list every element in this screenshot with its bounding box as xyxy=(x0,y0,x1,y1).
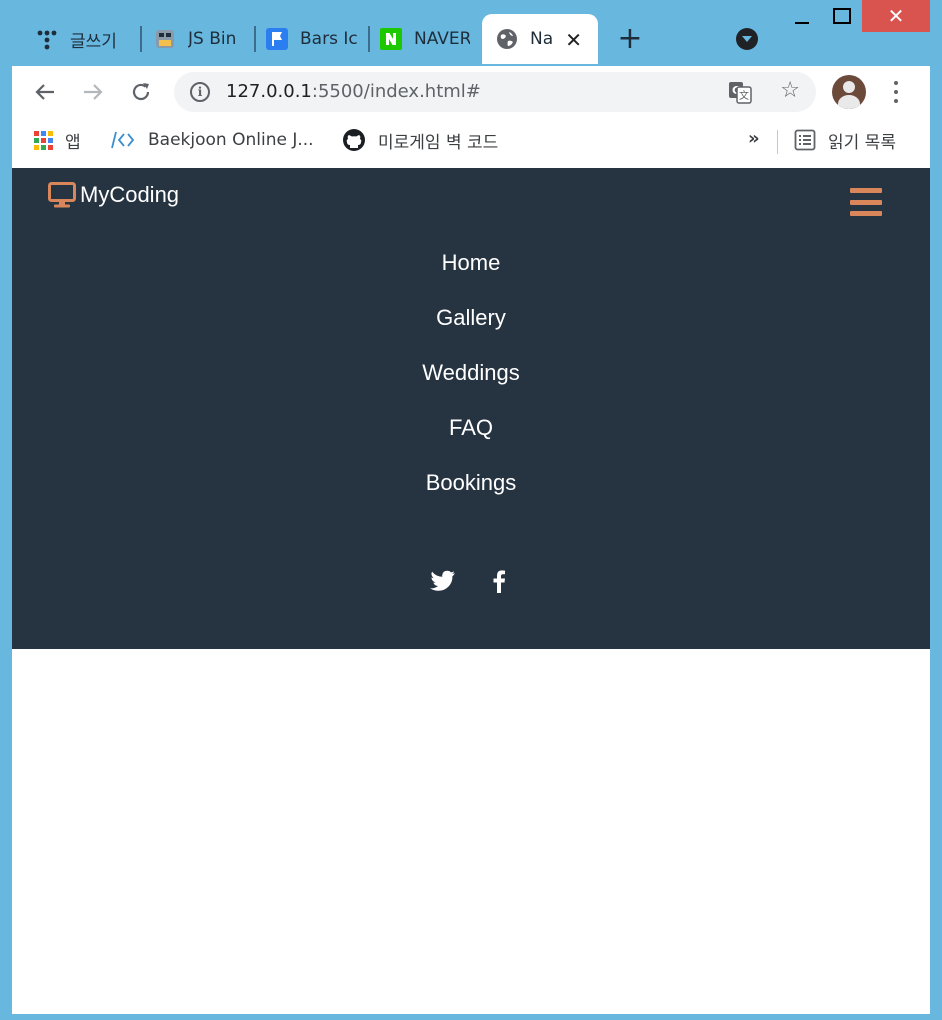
forward-button[interactable] xyxy=(78,77,108,107)
new-tab-button[interactable]: + xyxy=(616,22,644,56)
nav-item-home: Home xyxy=(12,238,930,293)
apps-grid-icon xyxy=(34,130,53,150)
reload-button[interactable] xyxy=(126,77,156,107)
back-button[interactable] xyxy=(30,77,60,107)
profile-avatar[interactable] xyxy=(832,75,866,109)
bookmark-apps[interactable]: 앱 xyxy=(34,126,81,154)
tab-naver[interactable]: NAVER xyxy=(380,14,470,64)
bookmark-star-icon[interactable]: ☆ xyxy=(780,78,800,103)
bookmarks-bar: 앱 Baekjoon Online J... 미로게임 벽 코드 » 읽기 목록 xyxy=(12,118,930,168)
menu-kebab-icon[interactable] xyxy=(888,78,904,106)
nav-link-gallery[interactable]: Gallery xyxy=(436,305,506,330)
tab-close-icon[interactable]: ✕ xyxy=(565,28,582,52)
maximize-button[interactable] xyxy=(826,0,858,32)
url-path: :5500/index.html# xyxy=(311,81,481,102)
jsbin-icon xyxy=(154,28,176,50)
nav-item-faq: FAQ xyxy=(12,403,930,458)
nav-link-home[interactable]: Home xyxy=(442,250,501,275)
translate-icon[interactable]: G文 xyxy=(728,80,752,104)
arrow-right-icon xyxy=(84,84,103,100)
minimize-button[interactable] xyxy=(786,0,818,32)
address-bar[interactable]: i 127.0.0.1:5500/index.html# G文 ☆ xyxy=(174,72,816,112)
nav-item-weddings: Weddings xyxy=(12,348,930,403)
menu-toggle-icon[interactable] xyxy=(850,188,882,216)
tab-separator xyxy=(254,26,256,52)
tab-title: Bars Ic xyxy=(300,29,358,49)
url-text[interactable]: 127.0.0.1:5500/index.html# xyxy=(226,81,481,102)
tab-active[interactable]: Na ✕ xyxy=(482,14,598,64)
reading-list-button[interactable]: 읽기 목록 xyxy=(794,126,896,154)
nav-link-bookings[interactable]: Bookings xyxy=(426,470,517,495)
url-host: 127.0.0.1 xyxy=(226,81,312,102)
svg-text:文: 文 xyxy=(739,89,749,102)
social-links xyxy=(12,568,930,594)
page-viewport: MyCoding Home Gallery Weddings FAQ Booki… xyxy=(12,168,930,1014)
github-icon xyxy=(342,128,366,152)
site-navbar: MyCoding Home Gallery Weddings FAQ Booki… xyxy=(12,168,930,649)
tab-title: Na xyxy=(530,29,554,49)
bookmark-label: 미로게임 벽 코드 xyxy=(378,132,499,153)
facebook-icon[interactable] xyxy=(486,568,512,594)
tistory-icon xyxy=(36,28,58,50)
browser-toolbar: i 127.0.0.1:5500/index.html# G文 ☆ xyxy=(12,66,930,118)
desktop-icon xyxy=(48,182,76,208)
nav-item-bookings: Bookings xyxy=(12,458,930,513)
code-icon xyxy=(110,130,136,150)
site-info-icon[interactable]: i xyxy=(190,82,210,102)
tab-tistory[interactable]: 글쓰기 xyxy=(36,14,132,64)
globe-icon xyxy=(496,28,518,50)
nav-link-faq[interactable]: FAQ xyxy=(449,415,493,440)
bookmarks-divider xyxy=(777,130,778,154)
tab-title: 글쓰기 xyxy=(70,31,117,52)
tab-title: NAVER xyxy=(414,29,470,49)
more-bookmarks-button[interactable]: » xyxy=(748,128,760,149)
tab-separator xyxy=(140,26,142,52)
tab-bars-icon[interactable]: Bars Ic xyxy=(266,14,358,64)
brand-name: MyCoding xyxy=(80,182,180,207)
reading-list-icon xyxy=(794,129,816,151)
twitter-icon[interactable] xyxy=(430,568,456,594)
reload-icon xyxy=(132,83,150,101)
window-close-button[interactable]: ✕ xyxy=(862,0,930,32)
arrow-left-icon xyxy=(35,84,54,100)
tab-separator xyxy=(368,26,370,52)
tab-search-icon[interactable] xyxy=(736,28,758,50)
naver-icon xyxy=(380,28,402,50)
nav-menu: Home Gallery Weddings FAQ Bookings xyxy=(12,238,930,513)
flag-icon xyxy=(266,28,288,50)
bookmark-label: 앱 xyxy=(65,132,81,153)
site-brand[interactable]: MyCoding xyxy=(48,182,179,208)
bookmark-maze-game[interactable]: 미로게임 벽 코드 xyxy=(342,126,498,154)
bookmark-baekjoon[interactable]: Baekjoon Online J... xyxy=(110,126,314,154)
reading-list-label: 읽기 목록 xyxy=(828,132,896,153)
tab-strip: 글쓰기 JS Bin Bars Ic NAVER Na ✕ + ✕ xyxy=(0,0,942,66)
bookmark-label: Baekjoon Online J... xyxy=(148,130,314,150)
nav-link-weddings[interactable]: Weddings xyxy=(422,360,519,385)
tab-title: JS Bin xyxy=(188,29,237,49)
nav-item-gallery: Gallery xyxy=(12,293,930,348)
tab-jsbin[interactable]: JS Bin xyxy=(154,14,246,64)
